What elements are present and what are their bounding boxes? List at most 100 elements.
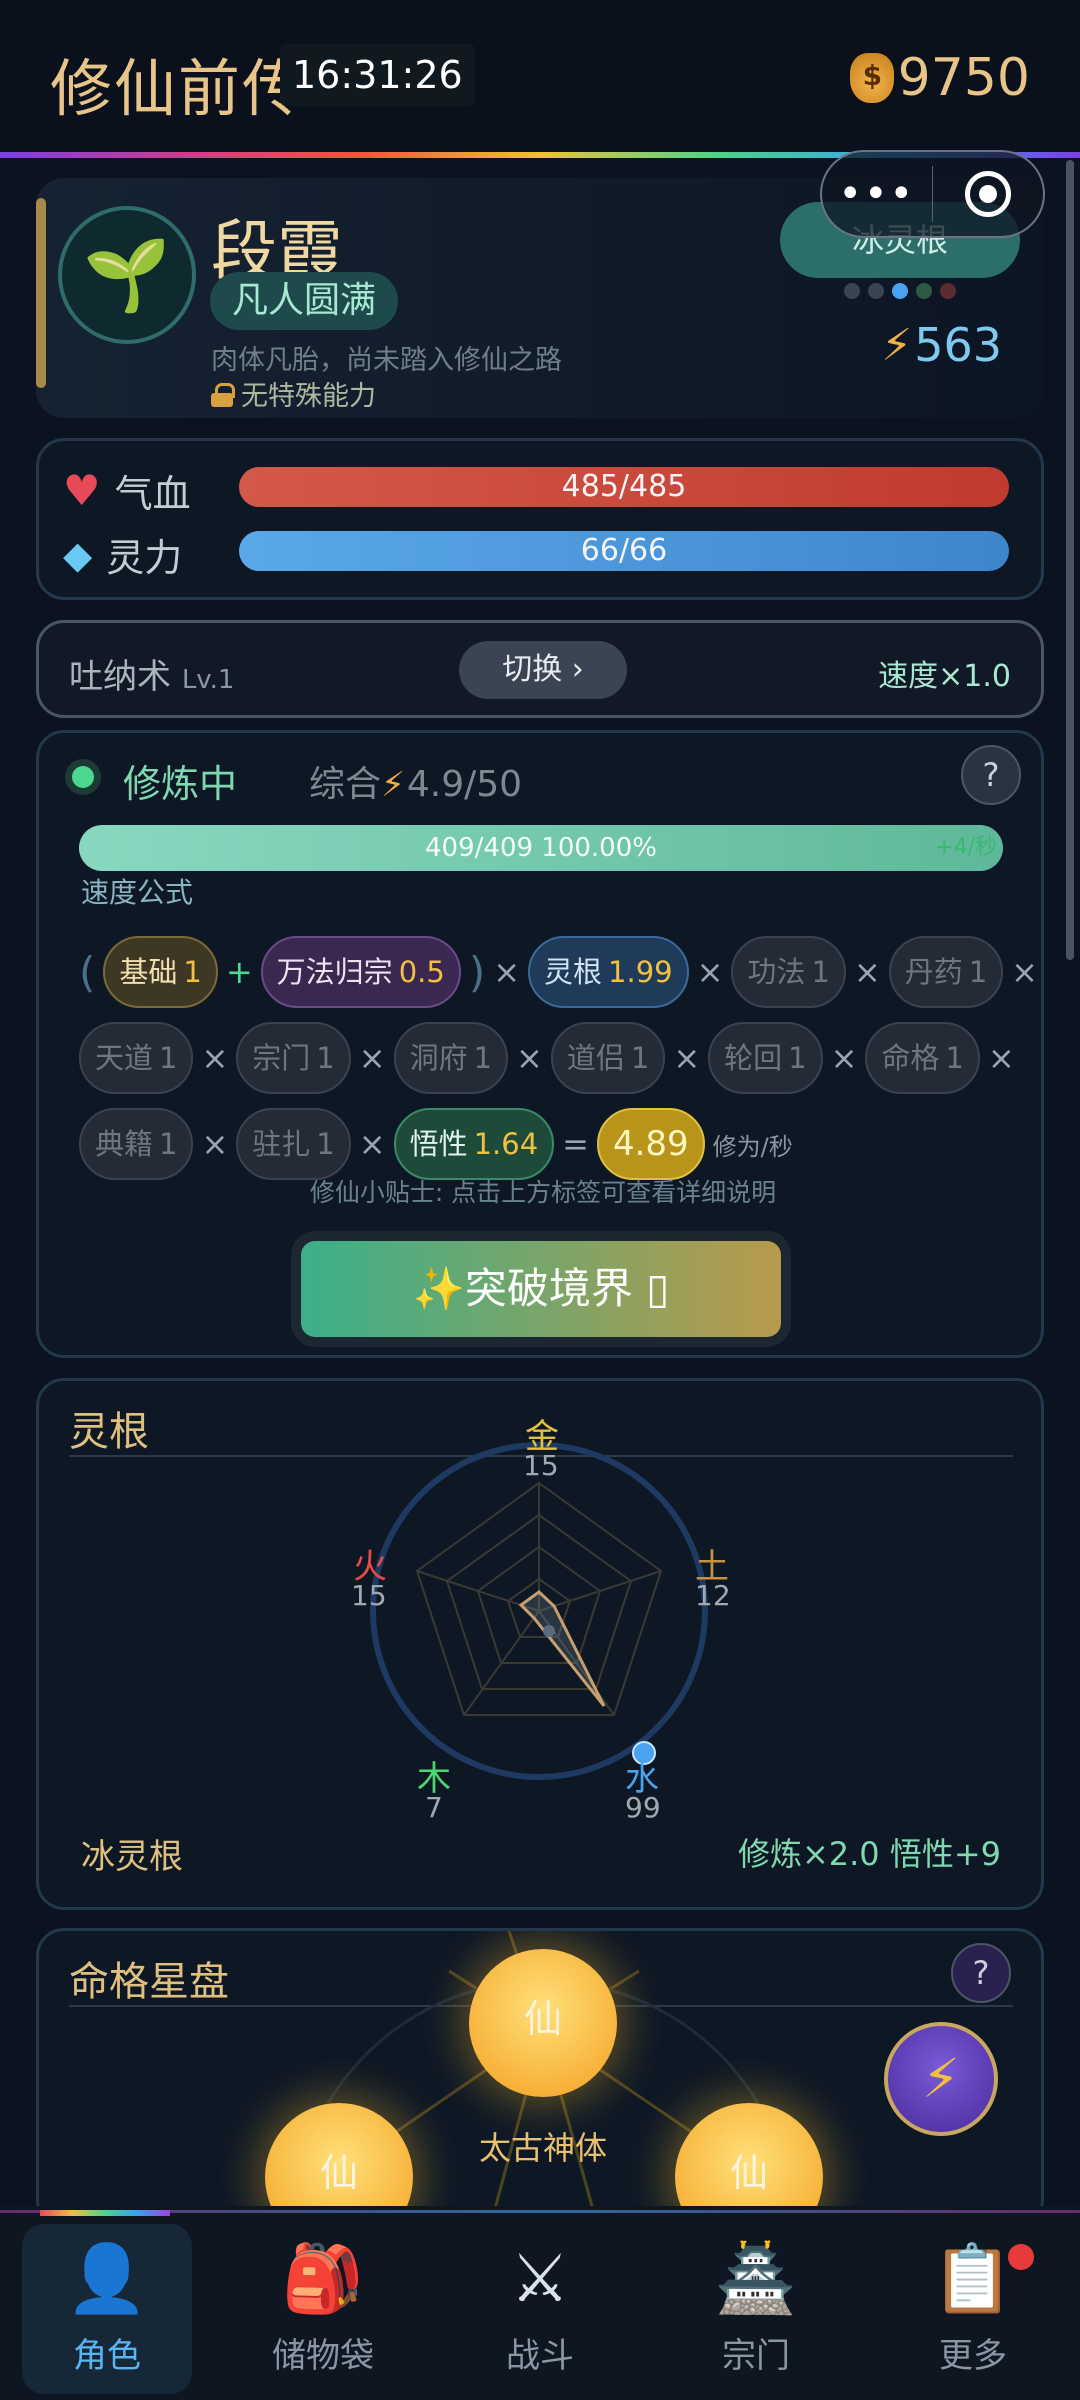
open-paren: ( <box>79 947 96 997</box>
fate-star-center[interactable]: 仙 <box>469 1949 617 2097</box>
ability-row: 无特殊能力 <box>211 374 376 413</box>
times-operator: × <box>201 1039 229 1077</box>
chip-dianji[interactable]: 典籍 1 <box>79 1108 194 1180</box>
target-icon <box>965 171 1012 217</box>
tab-character[interactable]: 👤 角色 <box>22 2224 192 2394</box>
chip-danyao[interactable]: 丹药 1 <box>888 936 1004 1008</box>
progress-gain: +4/秒 <box>935 835 997 860</box>
tab-label: 储物袋 <box>272 2336 374 2376</box>
coin-balance: 9750 <box>849 48 1030 108</box>
sprout-icon: 🌱 <box>83 233 171 316</box>
mp-row: ◆ 灵力 <box>63 527 196 582</box>
times-operator: × <box>201 1125 229 1163</box>
accent-bar <box>36 198 46 388</box>
switch-technique-button[interactable]: 切换 › <box>459 641 627 699</box>
backpack-icon: 🎒 <box>281 2240 365 2317</box>
clock: 16:31:26 <box>280 44 475 106</box>
page-dot-active <box>892 283 908 299</box>
progress-text: 409/409 100.00% <box>425 833 657 863</box>
times-operator: × <box>358 1125 386 1163</box>
app-title: 修仙前传 <box>50 52 307 125</box>
tab-storage[interactable]: 🎒 储物袋 <box>238 2224 408 2394</box>
lightning-icon: ⚡ <box>881 319 913 371</box>
technique-level: Lv.1 <box>181 665 235 695</box>
power-number: 563 <box>914 318 1002 372</box>
chip-lunhui[interactable]: 轮回 1 <box>708 1022 823 1094</box>
element-metal-value: 15 <box>523 1449 559 1482</box>
chip-mingge[interactable]: 命格 1 <box>865 1022 980 1094</box>
quick-boost-button[interactable]: ⚡ <box>884 2022 998 2136</box>
page-dot <box>844 283 860 299</box>
times-operator: × <box>830 1039 858 1077</box>
technique-card: 吐纳术 Lv.1 切换 › 速度×1.0 <box>36 620 1044 718</box>
cultivation-card: 修炼中 综合⚡4.9/50 ? 409/409 100.00% +4/秒 速度公… <box>36 730 1044 1358</box>
technique-name: 吐纳术 Lv.1 <box>69 649 234 698</box>
hp-row: ♥ 气血 <box>63 463 205 518</box>
chip-daolv[interactable]: 道侣 1 <box>550 1022 666 1094</box>
ability-text: 无特殊能力 <box>241 381 376 412</box>
formula-chips: ( 基础 1 + 万法归宗 0.5 ) × 灵根 1.99 × 功法 1 × 丹药 1 ×… <box>79 929 1038 1187</box>
page-dot <box>868 283 884 299</box>
plus-operator: + <box>225 953 253 991</box>
chip-root[interactable]: 灵根 1.99 <box>528 936 689 1008</box>
miniapp-capsule: ••• <box>820 150 1045 238</box>
more-menu-button[interactable]: ••• <box>822 154 932 234</box>
rate-unit: 修为/秒 <box>712 1132 793 1161</box>
close-paren: ) <box>468 947 486 997</box>
realm-badge[interactable]: 凡人圆满 <box>210 272 399 330</box>
notification-badge <box>1008 2244 1034 2270</box>
castle-icon: 🏯 <box>714 2240 798 2317</box>
breakthrough-button[interactable]: ✨突破境界 ▯ <box>301 1241 781 1337</box>
times-operator: × <box>516 1039 543 1077</box>
tab-label: 角色 <box>73 2336 141 2376</box>
scrollbar[interactable] <box>1066 160 1074 960</box>
element-earth-value: 12 <box>695 1579 731 1612</box>
tab-label: 战斗 <box>506 2336 574 2376</box>
tab-label: 更多 <box>939 2336 1007 2376</box>
page-dots <box>844 283 956 299</box>
spirit-root-card: 灵根 金 15 土 12 水 99 木 7 火 15 冰灵根 修炼×2.0 悟性… <box>36 1378 1044 1910</box>
help-button[interactable]: ? <box>961 745 1021 805</box>
chip-wuxing[interactable]: 悟性 1.64 <box>393 1108 555 1180</box>
chip-dongfu[interactable]: 洞府 1 <box>393 1022 509 1094</box>
bottom-tab-bar: 👤 角色 🎒 储物袋 ⚔ 战斗 🏯 宗门 📋 更多 <box>0 2206 1080 2400</box>
diamond-icon: ◆ <box>63 532 93 577</box>
page-dot <box>916 283 932 299</box>
status-indicator <box>65 759 101 795</box>
stats-card: ♥ 气血 485/485 ◆ 灵力 66/66 <box>36 438 1044 600</box>
spirit-root-bonus: 修炼×2.0 悟性+9 <box>737 1835 1001 1873</box>
crossed-swords-icon: ⚔ <box>510 2240 570 2317</box>
spirit-root-title: 灵根 <box>69 1409 149 1455</box>
chip-base[interactable]: 基础 1 <box>103 936 218 1008</box>
times-operator: × <box>696 953 724 991</box>
tab-more[interactable]: 📋 更多 <box>888 2224 1058 2394</box>
tab-battle[interactable]: ⚔ 战斗 <box>455 2224 625 2394</box>
cultivation-progress-bar: 409/409 100.00% +4/秒 <box>79 825 1003 871</box>
times-operator: × <box>358 1039 386 1077</box>
spirit-root-name: 冰灵根 <box>81 1837 183 1877</box>
hp-bar: 485/485 <box>239 467 1009 507</box>
chip-zongmen[interactable]: 宗门 1 <box>236 1022 351 1094</box>
mp-bar: 66/66 <box>239 531 1009 571</box>
chip-tiandao[interactable]: 天道 1 <box>79 1022 194 1094</box>
lock-icon <box>211 382 235 407</box>
times-operator: × <box>987 1039 1015 1077</box>
avatar[interactable]: 🌱 <box>58 206 196 344</box>
top-bar: 修仙前传 16:31:26 9750 <box>0 0 1080 150</box>
times-operator: × <box>1011 953 1038 991</box>
tab-sect[interactable]: 🏯 宗门 <box>671 2224 841 2394</box>
tab-label: 宗门 <box>722 2336 790 2376</box>
hp-label: 气血 <box>114 472 191 516</box>
lightning-icon: ⚡ <box>381 765 405 805</box>
combined-rate: 综合⚡4.9/50 <box>309 755 522 807</box>
page-dot <box>940 283 956 299</box>
chip-zhuzha[interactable]: 驻扎 1 <box>236 1108 351 1180</box>
realm-description: 肉体凡胎，尚未踏入修仙之路 <box>211 345 562 376</box>
element-wood-value: 7 <box>425 1791 443 1824</box>
coin-value: 9750 <box>897 48 1030 108</box>
close-miniapp-button[interactable] <box>933 171 1043 217</box>
fate-center-label: 太古神体 <box>478 2129 607 2167</box>
chip-gongfa[interactable]: 功法 1 <box>731 936 846 1008</box>
chip-wanfa[interactable]: 万法归宗 0.5 <box>260 936 461 1008</box>
chip-result[interactable]: 4.89 <box>596 1108 705 1180</box>
